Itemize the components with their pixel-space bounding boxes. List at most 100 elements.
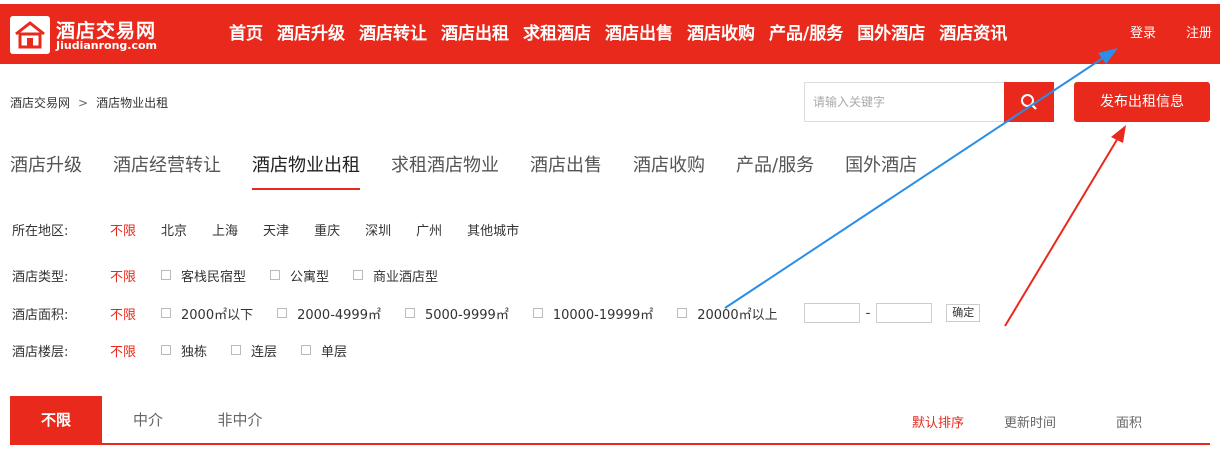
type-checkbox-label: 公寓型 xyxy=(290,269,330,285)
checkbox-icon xyxy=(277,308,288,318)
search-input[interactable] xyxy=(805,83,1005,121)
agent-tabs: 不限 中介 非中介 xyxy=(10,396,286,444)
tab-products-services[interactable]: 产品/服务 xyxy=(736,152,814,190)
floor-checkbox-multi[interactable]: 连层 xyxy=(231,341,277,360)
filter-area: 酒店面积: 不限 2000㎡以下 2000-4999㎡ 5000-9999㎡ 1… xyxy=(12,303,981,323)
login-link[interactable]: 登录 xyxy=(1130,4,1156,64)
filter-region-label: 所在地区: xyxy=(12,223,69,239)
nav-item-overseas[interactable]: 国外酒店 xyxy=(850,4,932,64)
area-confirm-button[interactable]: 确定 xyxy=(946,304,981,322)
area-checkbox-10000-19999[interactable]: 10000-19999㎡ xyxy=(532,304,654,323)
floor-checkbox-single[interactable]: 单层 xyxy=(301,341,347,360)
area-checkbox-over-20000[interactable]: 20000㎡以上 xyxy=(677,304,778,323)
filter-type-label: 酒店类型: xyxy=(12,269,69,285)
area-checkbox-under-2000[interactable]: 2000㎡以下 xyxy=(161,304,253,323)
tab-property-wanted[interactable]: 求租酒店物业 xyxy=(391,152,499,190)
area-checkbox-label: 10000-19999㎡ xyxy=(552,307,654,323)
region-option-beijing[interactable]: 北京 xyxy=(161,220,187,239)
filter-region: 所在地区: 不限 北京 上海 天津 重庆 深圳 广州 其他城市 xyxy=(12,219,544,239)
filter-floor: 酒店楼层: 不限 独栋 连层 单层 xyxy=(12,340,371,360)
register-link[interactable]: 注册 xyxy=(1186,4,1212,64)
filter-type: 酒店类型: 不限 客栈民宿型 公寓型 商业酒店型 xyxy=(12,265,462,285)
region-option-all[interactable]: 不限 xyxy=(110,220,136,239)
sort-update-time[interactable]: 更新时间 xyxy=(1004,412,1056,431)
type-checkbox-apartment[interactable]: 公寓型 xyxy=(270,266,329,285)
tab-operation-transfer[interactable]: 酒店经营转让 xyxy=(113,152,221,190)
breadcrumb-home[interactable]: 酒店交易网 xyxy=(10,96,70,110)
region-option-shanghai[interactable]: 上海 xyxy=(212,220,238,239)
area-range-separator: - xyxy=(865,305,871,321)
area-checkbox-5000-9999[interactable]: 5000-9999㎡ xyxy=(404,304,509,323)
site-logo[interactable]: 酒店交易网 Jiudianrong.com xyxy=(10,14,160,56)
search-button[interactable] xyxy=(1004,82,1054,122)
type-checkbox-business[interactable]: 商业酒店型 xyxy=(353,266,438,285)
type-option-all[interactable]: 不限 xyxy=(110,266,136,285)
area-checkbox-label: 2000㎡以下 xyxy=(181,307,254,323)
area-checkbox-label: 20000㎡以上 xyxy=(697,307,778,323)
breadcrumb: 酒店交易网 > 酒店物业出租 xyxy=(10,94,168,111)
region-option-guangzhou[interactable]: 广州 xyxy=(416,220,442,239)
auth-links: 登录 注册 xyxy=(1100,4,1212,64)
tab-overseas-hotel[interactable]: 国外酒店 xyxy=(845,152,917,190)
logo-house-icon xyxy=(10,16,50,54)
floor-checkbox-label: 独栋 xyxy=(181,344,208,360)
nav-item-products[interactable]: 产品/服务 xyxy=(762,4,850,64)
area-checkbox-label: 5000-9999㎡ xyxy=(424,307,509,323)
category-tabs: 酒店升级 酒店经营转让 酒店物业出租 求租酒店物业 酒店出售 酒店收购 产品/服… xyxy=(10,152,948,190)
logo-text-en: Jiudianrong.com xyxy=(56,39,157,52)
checkbox-icon xyxy=(231,345,242,355)
floor-checkbox-label: 单层 xyxy=(321,344,348,360)
region-option-chongqing[interactable]: 重庆 xyxy=(314,220,340,239)
type-checkbox-inn[interactable]: 客栈民宿型 xyxy=(161,266,246,285)
checkbox-icon xyxy=(301,345,312,355)
area-option-all[interactable]: 不限 xyxy=(110,304,136,323)
nav-item-wanted[interactable]: 求租酒店 xyxy=(516,4,598,64)
agent-tab-agency[interactable]: 中介 xyxy=(102,396,194,444)
checkbox-icon xyxy=(161,345,172,355)
region-option-tianjin[interactable]: 天津 xyxy=(263,220,289,239)
tab-property-rent[interactable]: 酒店物业出租 xyxy=(252,152,360,190)
floor-checkbox-label: 连层 xyxy=(251,344,278,360)
region-option-other[interactable]: 其他城市 xyxy=(467,220,519,239)
region-option-shenzhen[interactable]: 深圳 xyxy=(365,220,391,239)
main-nav: 首页 酒店升级 酒店转让 酒店出租 求租酒店 酒店出售 酒店收购 产品/服务 国… xyxy=(222,4,1014,64)
nav-item-home[interactable]: 首页 xyxy=(222,4,270,64)
type-checkbox-label: 客栈民宿型 xyxy=(181,269,247,285)
nav-item-news[interactable]: 酒店资讯 xyxy=(932,4,1014,64)
agent-tab-all[interactable]: 不限 xyxy=(10,396,102,444)
type-checkbox-label: 商业酒店型 xyxy=(373,269,439,285)
filter-floor-label: 酒店楼层: xyxy=(12,344,69,360)
nav-item-rent[interactable]: 酒店出租 xyxy=(434,4,516,64)
nav-item-acquire[interactable]: 酒店收购 xyxy=(680,4,762,64)
tab-hotel-upgrade[interactable]: 酒店升级 xyxy=(10,152,82,190)
agent-tab-non-agency[interactable]: 非中介 xyxy=(194,396,286,444)
red-arrow-line xyxy=(1004,137,1119,327)
tab-hotel-sale[interactable]: 酒店出售 xyxy=(530,152,602,190)
nav-item-sale[interactable]: 酒店出售 xyxy=(598,4,680,64)
search-box xyxy=(804,82,1054,122)
sort-default[interactable]: 默认排序 xyxy=(912,412,964,431)
checkbox-icon xyxy=(161,270,172,280)
publish-rental-button[interactable]: 发布出租信息 xyxy=(1074,82,1210,122)
area-min-input[interactable] xyxy=(803,303,860,323)
checkbox-icon xyxy=(677,308,688,318)
sort-area[interactable]: 面积 xyxy=(1116,412,1142,431)
checkbox-icon xyxy=(353,270,364,280)
area-checkbox-2000-4999[interactable]: 2000-4999㎡ xyxy=(277,304,381,323)
filter-area-label: 酒店面积: xyxy=(12,307,69,323)
area-checkbox-label: 2000-4999㎡ xyxy=(297,307,381,323)
area-max-input[interactable] xyxy=(876,303,933,323)
checkbox-icon xyxy=(404,308,415,318)
checkbox-icon xyxy=(270,270,281,280)
checkbox-icon xyxy=(161,308,172,318)
floor-option-all[interactable]: 不限 xyxy=(110,341,136,360)
red-arrowhead-icon xyxy=(1111,125,1126,143)
nav-item-upgrade[interactable]: 酒店升级 xyxy=(270,4,352,64)
checkbox-icon xyxy=(532,308,543,318)
tab-underline-divider xyxy=(10,443,1210,445)
search-icon xyxy=(1021,94,1037,110)
nav-item-transfer[interactable]: 酒店转让 xyxy=(352,4,434,64)
top-header: 酒店交易网 Jiudianrong.com 首页 酒店升级 酒店转让 酒店出租 … xyxy=(0,4,1220,64)
tab-hotel-acquire[interactable]: 酒店收购 xyxy=(633,152,705,190)
floor-checkbox-standalone[interactable]: 独栋 xyxy=(161,341,207,360)
